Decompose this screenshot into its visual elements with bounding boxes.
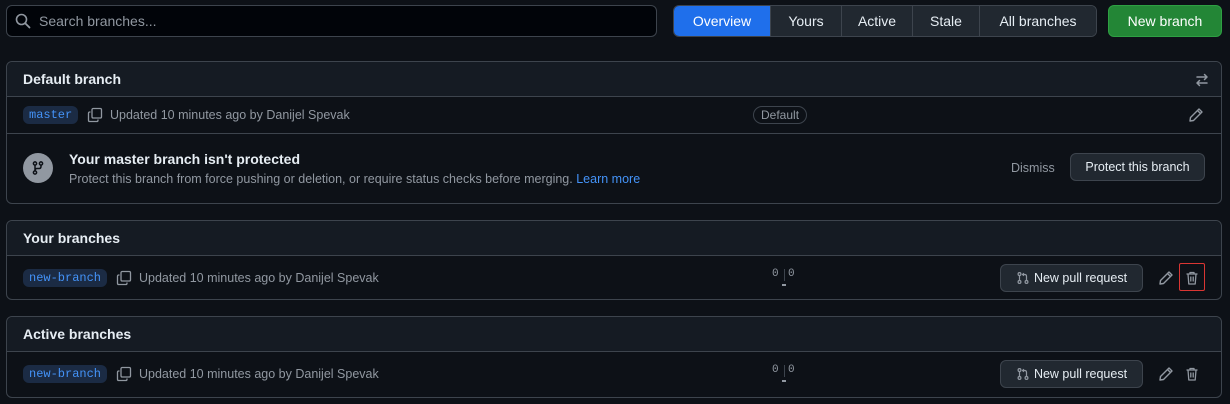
behind-count: 0 xyxy=(772,364,779,376)
ahead-behind-divider xyxy=(784,269,785,281)
branch-row: new-branch Updated 10 minutes ago by Dan… xyxy=(7,256,1221,299)
tab-active[interactable]: Active xyxy=(841,6,912,36)
delete-branch-icon[interactable] xyxy=(1184,270,1200,286)
tab-stale[interactable]: Stale xyxy=(912,6,979,36)
protect-branch-button[interactable]: Protect this branch xyxy=(1070,153,1205,181)
updated-text: Updated 10 minutes ago by Danijel Spevak xyxy=(139,367,379,381)
search-box[interactable] xyxy=(6,5,657,37)
default-badge: Default xyxy=(753,106,808,124)
topbar: Overview Yours Active Stale All branches… xyxy=(6,5,1224,37)
rename-branch-icon[interactable] xyxy=(1158,270,1174,286)
tab-yours[interactable]: Yours xyxy=(770,6,841,36)
ahead-behind-indicator: 0 0 xyxy=(772,364,802,386)
ahead-behind-divider xyxy=(784,365,785,377)
branch-name-link[interactable]: new-branch xyxy=(23,365,108,383)
branch-name-link[interactable]: master xyxy=(23,106,79,124)
ahead-behind-indicator: 0 0 xyxy=(772,268,802,290)
ahead-behind-bar xyxy=(782,284,786,286)
active-branches-section: Active branches new-branch Updated 10 mi… xyxy=(6,316,1222,398)
tab-all-branches[interactable]: All branches xyxy=(979,6,1096,36)
new-pull-request-button[interactable]: New pull request xyxy=(1000,360,1143,388)
dismiss-button[interactable]: Dismiss xyxy=(1011,161,1055,175)
pull-request-icon xyxy=(1017,272,1029,284)
branch-row: new-branch Updated 10 minutes ago by Dan… xyxy=(7,352,1221,396)
section-title: Default branch xyxy=(23,71,122,87)
tab-overview[interactable]: Overview xyxy=(674,6,770,36)
section-header: Active branches xyxy=(7,317,1221,352)
new-branch-button[interactable]: New branch xyxy=(1108,5,1222,37)
branch-icon xyxy=(23,153,53,183)
search-icon xyxy=(15,13,31,29)
section-header: Your branches xyxy=(7,221,1221,256)
switch-default-branch-icon[interactable] xyxy=(1194,72,1210,88)
branch-filter-tabs: Overview Yours Active Stale All branches xyxy=(673,5,1097,37)
new-pull-request-button[interactable]: New pull request xyxy=(1000,264,1143,292)
learn-more-link[interactable]: Learn more xyxy=(576,172,640,186)
copy-icon[interactable] xyxy=(116,366,132,382)
ahead-count: 0 xyxy=(788,364,795,376)
protection-banner: Your master branch isn't protected Prote… xyxy=(7,133,1221,202)
branch-row: master Updated 10 minutes ago by Danijel… xyxy=(7,97,1221,133)
copy-icon[interactable] xyxy=(87,107,103,123)
default-branch-section: Default branch master Updated 10 minutes… xyxy=(6,61,1222,204)
rename-branch-icon[interactable] xyxy=(1188,107,1204,123)
rename-branch-icon[interactable] xyxy=(1158,366,1174,382)
pull-request-icon xyxy=(1017,368,1029,380)
protection-description: Protect this branch from force pushing o… xyxy=(69,172,641,186)
protection-title: Your master branch isn't protected xyxy=(69,151,301,167)
section-header: Default branch xyxy=(7,62,1221,97)
copy-icon[interactable] xyxy=(116,270,132,286)
section-title: Active branches xyxy=(23,326,132,342)
search-input[interactable] xyxy=(39,13,639,29)
delete-branch-icon[interactable] xyxy=(1184,366,1200,382)
your-branches-section: Your branches new-branch Updated 10 minu… xyxy=(6,220,1222,300)
ahead-behind-bar xyxy=(782,380,786,382)
branch-name-link[interactable]: new-branch xyxy=(23,268,108,287)
ahead-count: 0 xyxy=(788,268,795,280)
updated-text: Updated 10 minutes ago by Danijel Spevak xyxy=(139,270,379,285)
section-title: Your branches xyxy=(23,230,120,246)
updated-text: Updated 10 minutes ago by Danijel Spevak xyxy=(110,108,350,122)
behind-count: 0 xyxy=(772,268,779,280)
